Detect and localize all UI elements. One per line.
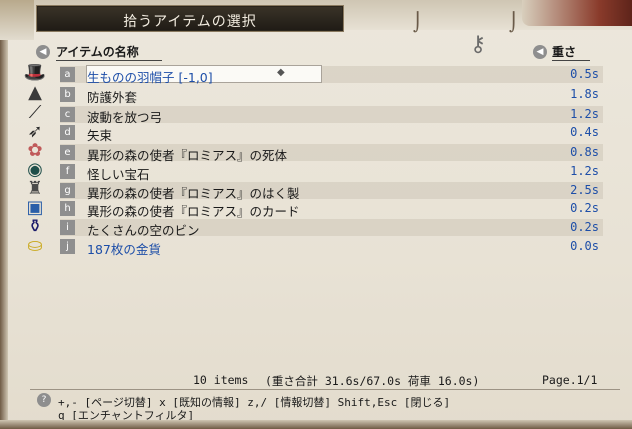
corner-ornament-right bbox=[522, 0, 632, 26]
item-name: 異形の森の使者『ロミアス』のカード bbox=[87, 204, 300, 219]
item-name: 生ものの羽帽子 [-1,0] bbox=[87, 70, 213, 85]
slot-key: h bbox=[60, 201, 75, 216]
slot-key: g bbox=[60, 183, 75, 198]
slot-key: b bbox=[60, 87, 75, 102]
list-item[interactable]: a 生ものの羽帽子 [-1,0] ◆ 0.5s bbox=[60, 65, 603, 85]
item-weight: 1.2s bbox=[570, 107, 599, 121]
list-item[interactable]: i たくさんの空のビン 0.2s bbox=[60, 219, 603, 238]
window-title: 拾うアイテムの選択 bbox=[123, 14, 257, 30]
item-weight: 2.5s bbox=[570, 183, 599, 197]
footer-divider bbox=[30, 389, 620, 390]
sort-name-icon[interactable]: ◀ bbox=[36, 45, 50, 59]
slot-key: c bbox=[60, 107, 75, 122]
list-item[interactable]: c 波動を放つ弓 1.2s bbox=[60, 106, 603, 125]
list-item[interactable]: g 異形の森の使者『ロミアス』のはく製 2.5s bbox=[60, 182, 603, 201]
cloak-icon: ▲ bbox=[28, 82, 42, 103]
slot-key: d bbox=[60, 125, 75, 140]
item-name: 187枚の金貨 bbox=[87, 242, 161, 257]
slot-key: f bbox=[60, 164, 75, 179]
item-weight: 0.4s bbox=[570, 125, 599, 139]
frame-bottom bbox=[0, 420, 632, 429]
item-name: 怪しい宝石 bbox=[87, 167, 150, 182]
hook-icon: ⌡ bbox=[413, 12, 423, 33]
item-name: 防護外套 bbox=[87, 90, 138, 105]
feathered-hat-icon: 🎩 bbox=[23, 62, 47, 83]
sort-weight-icon[interactable]: ◀ bbox=[533, 45, 547, 59]
list-item[interactable]: j 187枚の金貨 0.0s bbox=[60, 238, 603, 257]
frame-left bbox=[0, 40, 8, 429]
list-item[interactable]: b 防護外套 1.8s bbox=[60, 86, 603, 105]
list-item[interactable]: f 怪しい宝石 1.2s bbox=[60, 163, 603, 182]
page-indicator: Page.1/1 bbox=[542, 373, 598, 387]
hook-icon: ⌡ bbox=[509, 12, 519, 33]
list-item[interactable]: d 矢束 0.4s bbox=[60, 124, 603, 143]
item-weight: 0.8s bbox=[570, 145, 599, 159]
item-weight: 1.8s bbox=[570, 87, 599, 101]
column-header-name[interactable]: アイテムの名称 bbox=[56, 43, 139, 60]
item-pickup-window: 拾うアイテムの選択 ⌡ ⌡ ⚷ ◀ アイテムの名称 ◀ 重さ a 生ものの羽帽子… bbox=[0, 0, 632, 429]
item-weight: 0.2s bbox=[570, 220, 599, 234]
column-header-weight[interactable]: 重さ bbox=[552, 43, 576, 60]
gold-coins-icon: ⛀ bbox=[27, 235, 43, 256]
item-name: 矢束 bbox=[87, 128, 113, 143]
header-underline bbox=[56, 60, 162, 61]
keys-icon: ⚷ bbox=[469, 32, 487, 57]
corner-ornament-left bbox=[0, 0, 34, 40]
help-icon: ? bbox=[37, 393, 51, 407]
list-item[interactable]: h 異形の森の使者『ロミアス』のカード 0.2s bbox=[60, 200, 603, 219]
selected-diamond-icon: ◆ bbox=[277, 67, 285, 78]
item-weight: 1.2s bbox=[570, 164, 599, 178]
item-weight: 0.2s bbox=[570, 201, 599, 215]
slot-key: i bbox=[60, 220, 75, 235]
item-name: 異形の森の使者『ロミアス』の死体 bbox=[87, 148, 288, 163]
slot-key: e bbox=[60, 145, 75, 160]
item-count: 10 items bbox=[193, 373, 249, 387]
list-item[interactable]: e 異形の森の使者『ロミアス』の死体 0.8s bbox=[60, 144, 603, 163]
title-bar: 拾うアイテムの選択 bbox=[36, 5, 344, 32]
item-weight: 0.5s bbox=[570, 67, 599, 81]
slot-key: j bbox=[60, 239, 75, 254]
item-name: たくさんの空のビン bbox=[87, 223, 200, 238]
header-underline bbox=[552, 60, 590, 61]
slot-key: a bbox=[60, 67, 75, 82]
item-weight: 0.0s bbox=[570, 239, 599, 253]
weight-summary: (重さ合計 31.6s/67.0s 荷車 16.0s) bbox=[265, 374, 480, 388]
